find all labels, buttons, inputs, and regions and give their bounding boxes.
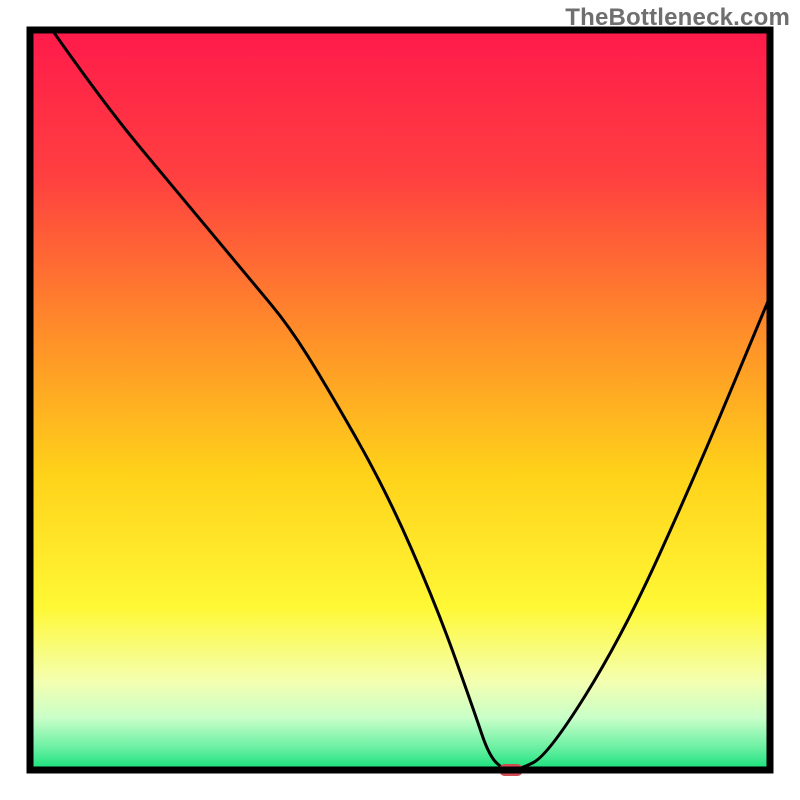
chart-frame: TheBottleneck.com xyxy=(0,0,800,800)
bottleneck-chart xyxy=(0,0,800,800)
plot-background xyxy=(30,30,770,770)
watermark-label: TheBottleneck.com xyxy=(565,4,790,32)
